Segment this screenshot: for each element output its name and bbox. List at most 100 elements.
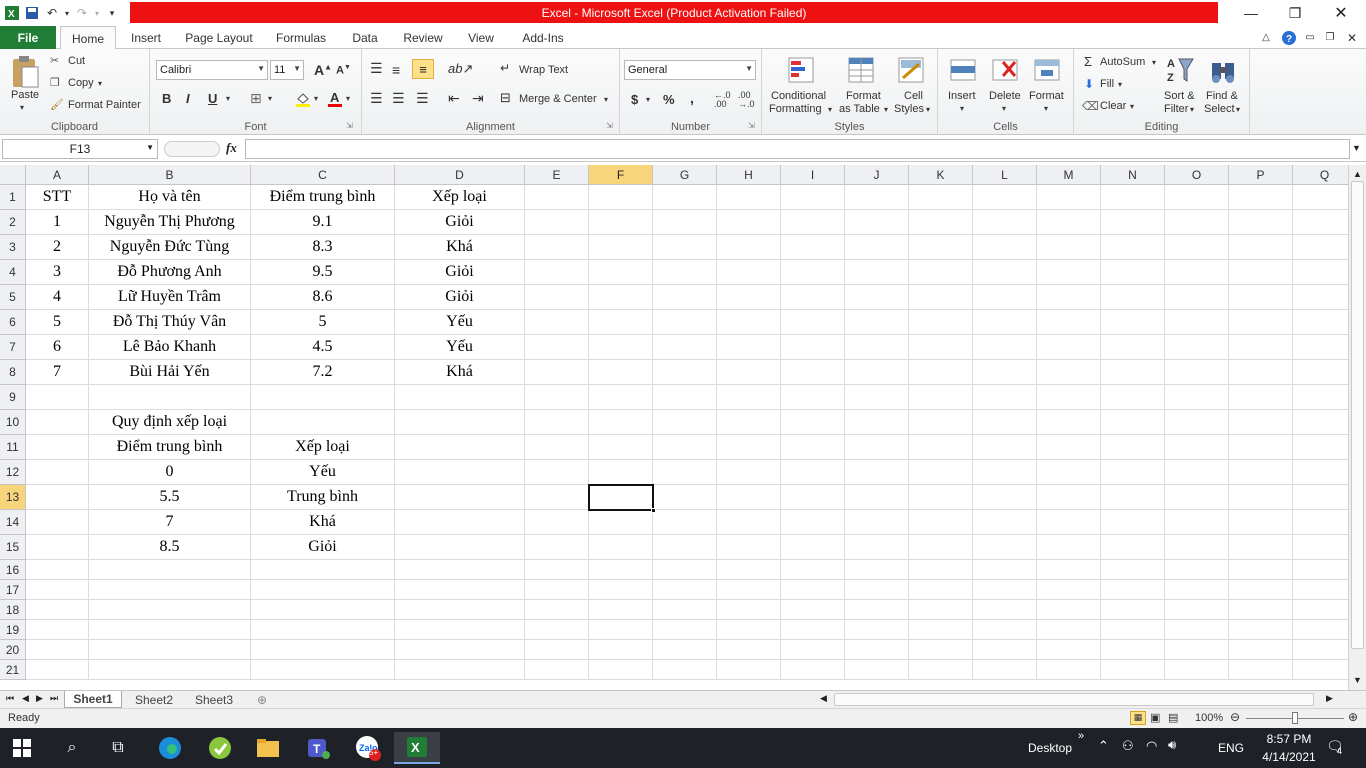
row-header-20[interactable]: 20 [0, 640, 26, 660]
cell-g10[interactable] [653, 410, 717, 435]
formula-bar-splitter[interactable] [164, 141, 220, 157]
align-middle-icon[interactable]: ≡ [392, 62, 400, 78]
cell-q15[interactable] [1293, 535, 1348, 560]
cell-p3[interactable] [1229, 235, 1293, 260]
cell-o17[interactable] [1165, 580, 1229, 600]
cell-p12[interactable] [1229, 460, 1293, 485]
cell-a8[interactable]: 7 [26, 360, 89, 385]
cell-m17[interactable] [1037, 580, 1101, 600]
cell-h16[interactable] [717, 560, 781, 580]
cell-i18[interactable] [781, 600, 845, 620]
cell-o21[interactable] [1165, 660, 1229, 680]
cell-c11[interactable]: Xếp loại [251, 435, 395, 460]
cell-k16[interactable] [909, 560, 973, 580]
cell-j12[interactable] [845, 460, 909, 485]
cell-g16[interactable] [653, 560, 717, 580]
cell-k1[interactable] [909, 185, 973, 210]
scroll-up-icon[interactable]: ▲ [1353, 169, 1362, 179]
cell-m3[interactable] [1037, 235, 1101, 260]
insert-cells-button[interactable]: Insert [948, 90, 976, 102]
cell-j16[interactable] [845, 560, 909, 580]
cell-a5[interactable]: 4 [26, 285, 89, 310]
cell-b13[interactable]: 5.5 [89, 485, 251, 510]
tab-file[interactable]: File [0, 26, 56, 49]
cell-l5[interactable] [973, 285, 1037, 310]
language-indicator[interactable]: ENG [1218, 741, 1244, 755]
cell-l20[interactable] [973, 640, 1037, 660]
cell-d15[interactable] [395, 535, 525, 560]
chevron-down-icon[interactable]: ▼ [146, 143, 154, 152]
align-center-icon[interactable]: ☰ [392, 90, 405, 107]
cell-d21[interactable] [395, 660, 525, 680]
autosum-dropdown-icon[interactable]: ▾ [1152, 58, 1156, 67]
cell-q13[interactable] [1293, 485, 1348, 510]
cell-p9[interactable] [1229, 385, 1293, 410]
scroll-thumb[interactable] [1351, 181, 1364, 649]
cell-p19[interactable] [1229, 620, 1293, 640]
restore-icon[interactable]: ❐ [1272, 0, 1318, 26]
cell-d20[interactable] [395, 640, 525, 660]
cell-c5[interactable]: 8.6 [251, 285, 395, 310]
cell-o12[interactable] [1165, 460, 1229, 485]
cell-b7[interactable]: Lê Bảo Khanh [89, 335, 251, 360]
cell-f14[interactable] [589, 510, 653, 535]
column-header-b[interactable]: B [89, 165, 251, 185]
cell-i7[interactable] [781, 335, 845, 360]
cell-m10[interactable] [1037, 410, 1101, 435]
cell-f17[interactable] [589, 580, 653, 600]
paste-icon[interactable] [8, 54, 42, 90]
cell-c1[interactable]: Điểm trung bình [251, 185, 395, 210]
cell-f3[interactable] [589, 235, 653, 260]
cell-p4[interactable] [1229, 260, 1293, 285]
cell-q6[interactable] [1293, 310, 1348, 335]
cell-k11[interactable] [909, 435, 973, 460]
cell-f19[interactable] [589, 620, 653, 640]
cell-n12[interactable] [1101, 460, 1165, 485]
cell-f21[interactable] [589, 660, 653, 680]
cell-i4[interactable] [781, 260, 845, 285]
cell-p10[interactable] [1229, 410, 1293, 435]
cell-a21[interactable] [26, 660, 89, 680]
cell-i1[interactable] [781, 185, 845, 210]
zoom-out-icon[interactable]: ⊖ [1230, 710, 1240, 724]
cell-c17[interactable] [251, 580, 395, 600]
cell-h11[interactable] [717, 435, 781, 460]
tab-home[interactable]: Home [60, 26, 116, 50]
cell-styles-label[interactable]: Cell [904, 90, 923, 102]
cell-h12[interactable] [717, 460, 781, 485]
cell-o19[interactable] [1165, 620, 1229, 640]
borders-dropdown-icon[interactable]: ▾ [268, 94, 272, 103]
cell-c6[interactable]: 5 [251, 310, 395, 335]
cell-q19[interactable] [1293, 620, 1348, 640]
cell-n6[interactable] [1101, 310, 1165, 335]
cell-n4[interactable] [1101, 260, 1165, 285]
font-size-combo[interactable]: 11 ▼ [270, 60, 304, 80]
wifi-icon[interactable]: ◠ [1146, 738, 1157, 754]
format-dropdown-icon[interactable]: ▾ [1044, 104, 1048, 113]
cell-b8[interactable]: Bùi Hải Yến [89, 360, 251, 385]
number-format-combo[interactable]: General ▼ [624, 60, 756, 80]
cell-a6[interactable]: 5 [26, 310, 89, 335]
cell-q8[interactable] [1293, 360, 1348, 385]
cell-k19[interactable] [909, 620, 973, 640]
cell-d4[interactable]: Giỏi [395, 260, 525, 285]
cell-b16[interactable] [89, 560, 251, 580]
cell-e19[interactable] [525, 620, 589, 640]
sort-filter-icon[interactable]: AZ [1166, 54, 1196, 86]
help-icon[interactable]: ? [1280, 26, 1298, 49]
tab-review[interactable]: Review [396, 26, 450, 49]
cell-g17[interactable] [653, 580, 717, 600]
clear-button[interactable]: Clear [1100, 100, 1126, 112]
cell-q20[interactable] [1293, 640, 1348, 660]
fill-color-dropdown-icon[interactable]: ▾ [314, 94, 318, 103]
save-icon[interactable] [23, 4, 41, 22]
cell-f16[interactable] [589, 560, 653, 580]
conditional-formatting-label[interactable]: Conditional [771, 90, 826, 102]
cell-o18[interactable] [1165, 600, 1229, 620]
cell-k8[interactable] [909, 360, 973, 385]
fill-handle[interactable] [651, 508, 656, 513]
page-layout-view-icon[interactable]: ▣ [1150, 711, 1160, 724]
cell-c20[interactable] [251, 640, 395, 660]
cell-e4[interactable] [525, 260, 589, 285]
fill-button[interactable]: Fill [1100, 78, 1114, 90]
